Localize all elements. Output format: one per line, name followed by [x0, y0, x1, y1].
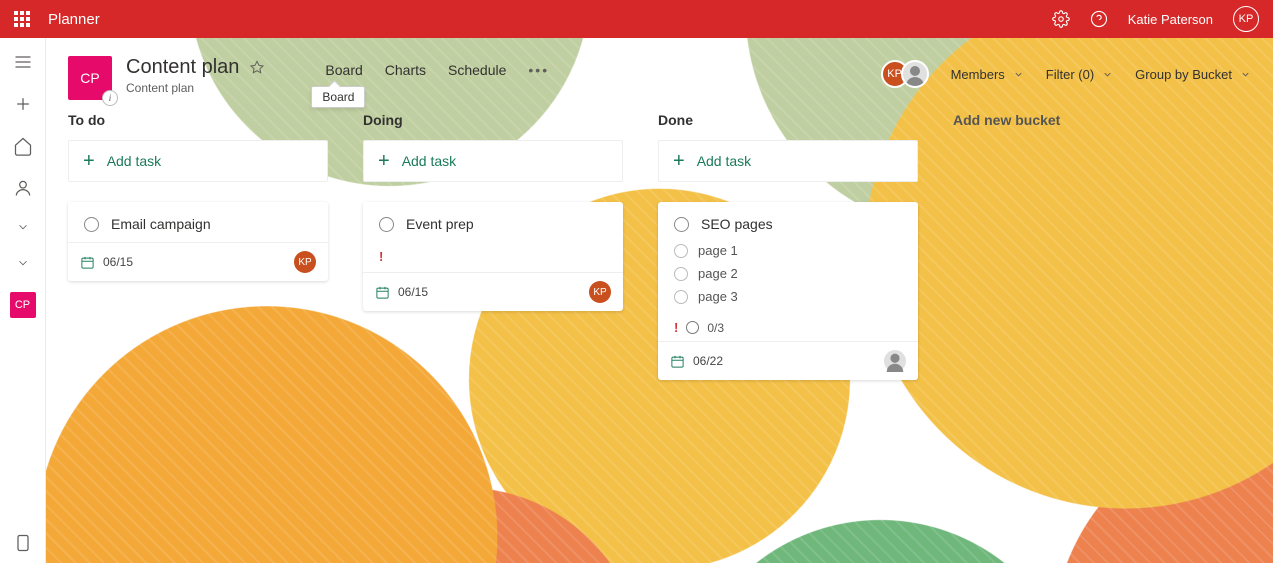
task-card[interactable]: Event prep ! 06/15 KP — [363, 202, 623, 311]
add-bucket-column[interactable]: Add new bucket — [953, 112, 1248, 394]
bucket-doing: Doing + Add task Event prep ! — [363, 112, 658, 394]
tab-schedule[interactable]: Schedule — [448, 62, 506, 78]
plan-title[interactable]: Content plan — [126, 56, 239, 79]
tab-charts[interactable]: Charts — [385, 62, 426, 78]
priority-icon: ! — [379, 249, 383, 264]
chevron-down-icon — [1102, 69, 1113, 80]
subtask-toggle[interactable] — [674, 290, 688, 304]
filter-dropdown[interactable]: Filter (0) — [1046, 67, 1113, 82]
priority-icon: ! — [674, 320, 678, 335]
app-name[interactable]: Planner — [48, 11, 1052, 28]
task-card[interactable]: SEO pages page 1 page 2 page 3 ! 0/3 — [658, 202, 918, 380]
avatar-user2[interactable] — [901, 60, 929, 88]
task-title: SEO pages — [701, 216, 773, 232]
plan-tile-initials: CP — [80, 70, 99, 86]
left-nav-rail: CP — [0, 38, 46, 563]
members-label: Members — [951, 67, 1005, 82]
chevron-down-icon — [1240, 69, 1251, 80]
info-icon[interactable]: i — [102, 90, 118, 106]
bucket-title[interactable]: Doing — [363, 112, 658, 128]
add-task-label: Add task — [697, 153, 751, 169]
subtask-toggle[interactable] — [674, 244, 688, 258]
add-task-button[interactable]: + Add task — [658, 140, 918, 182]
plan-tile[interactable]: CP i — [68, 56, 112, 100]
main-area: CP i Content plan Content plan Board Boa… — [46, 38, 1273, 563]
groupby-dropdown[interactable]: Group by Bucket — [1135, 67, 1251, 82]
checklist-icon — [686, 321, 699, 334]
calendar-icon — [80, 255, 95, 270]
assignee-avatar[interactable]: KP — [294, 251, 316, 273]
user-avatar[interactable]: KP — [1233, 6, 1259, 32]
subtask-label: page 1 — [698, 243, 738, 258]
complete-toggle[interactable] — [674, 217, 689, 232]
bucket-title[interactable]: Done — [658, 112, 953, 128]
assignee-avatar[interactable] — [884, 350, 906, 372]
task-date: 06/15 — [103, 255, 133, 269]
checklist-progress: 0/3 — [707, 321, 724, 335]
subtask-row[interactable]: page 3 — [674, 288, 902, 304]
chevron-down-icon[interactable] — [16, 256, 30, 270]
subtask-row[interactable]: page 2 — [674, 265, 902, 281]
task-card[interactable]: Email campaign 06/15 KP — [68, 202, 328, 281]
add-task-label: Add task — [402, 153, 456, 169]
plan-subtitle: Content plan — [126, 81, 265, 95]
subtask-label: page 2 — [698, 266, 738, 281]
home-icon[interactable] — [13, 136, 33, 156]
groupby-label: Group by Bucket — [1135, 67, 1232, 82]
calendar-icon — [375, 285, 390, 300]
help-icon[interactable] — [1090, 10, 1108, 28]
pin-icon[interactable] — [249, 60, 265, 76]
subtask-label: page 3 — [698, 289, 738, 304]
members-dropdown[interactable]: Members — [951, 67, 1024, 82]
plus-icon: + — [378, 150, 390, 173]
more-icon[interactable]: ••• — [528, 62, 549, 78]
user-name[interactable]: Katie Paterson — [1128, 12, 1213, 27]
task-date: 06/22 — [693, 354, 723, 368]
task-title: Event prep — [406, 216, 474, 232]
subtask-toggle[interactable] — [674, 267, 688, 281]
add-task-label: Add task — [107, 153, 161, 169]
add-bucket-label[interactable]: Add new bucket — [953, 112, 1248, 128]
bucket-done: Done + Add task SEO pages page 1 page 2 — [658, 112, 953, 394]
member-avatars[interactable]: KP — [881, 60, 929, 88]
global-header: Planner Katie Paterson KP — [0, 0, 1273, 38]
task-date: 06/15 — [398, 285, 428, 299]
filter-label: Filter (0) — [1046, 67, 1094, 82]
menu-icon[interactable] — [13, 52, 33, 72]
bucket-todo: To do + Add task Email campaign 06/15 — [68, 112, 363, 394]
plus-icon: + — [673, 150, 685, 173]
person-icon[interactable] — [13, 178, 33, 198]
plan-shortcut-tile[interactable]: CP — [10, 292, 36, 318]
complete-toggle[interactable] — [84, 217, 99, 232]
calendar-icon — [670, 354, 685, 369]
settings-icon[interactable] — [1052, 10, 1070, 28]
assignee-avatar[interactable]: KP — [589, 281, 611, 303]
chevron-down-icon[interactable] — [16, 220, 30, 234]
add-task-button[interactable]: + Add task — [363, 140, 623, 182]
plus-icon: + — [83, 150, 95, 173]
device-icon[interactable] — [13, 533, 33, 553]
bucket-title[interactable]: To do — [68, 112, 363, 128]
add-icon[interactable] — [13, 94, 33, 114]
add-task-button[interactable]: + Add task — [68, 140, 328, 182]
chevron-down-icon — [1013, 69, 1024, 80]
task-title: Email campaign — [111, 216, 211, 232]
app-launcher-icon[interactable] — [14, 11, 30, 27]
complete-toggle[interactable] — [379, 217, 394, 232]
tab-board[interactable]: Board Board — [325, 62, 362, 78]
tooltip: Board — [311, 86, 365, 108]
subtask-row[interactable]: page 1 — [674, 242, 902, 258]
